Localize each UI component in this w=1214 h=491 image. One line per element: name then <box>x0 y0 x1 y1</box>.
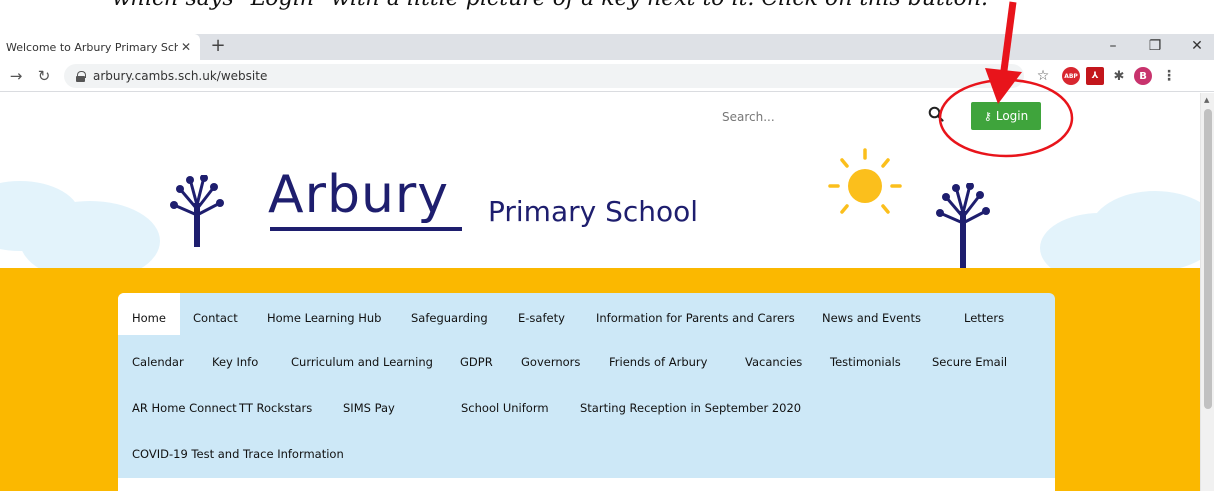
nav-item-curriculum[interactable]: Curriculum and Learning <box>291 354 433 370</box>
search-icon[interactable] <box>928 106 944 122</box>
pdf-extension-icon[interactable]: ⅄ <box>1086 67 1104 85</box>
nav-item-calendar[interactable]: Calendar <box>132 354 184 370</box>
url-text: arbury.cambs.sch.uk/website <box>93 69 268 83</box>
close-window-button[interactable]: ✕ <box>1182 36 1212 56</box>
restore-button[interactable]: ❐ <box>1140 36 1170 56</box>
main-navigation: Home Contact Home Learning Hub Safeguard… <box>118 293 1055 491</box>
nav-item-secure-email[interactable]: Secure Email <box>932 354 1007 370</box>
nav-item-home-learning-hub[interactable]: Home Learning Hub <box>267 310 381 326</box>
browser-toolbar: → ↻ arbury.cambs.sch.uk/website ☆ ABP ⅄ … <box>0 60 1214 92</box>
new-tab-button[interactable]: + <box>208 36 228 56</box>
nav-item-ar-home-connect[interactable]: AR Home Connect <box>132 400 237 416</box>
adblock-extension-icon[interactable]: ABP <box>1062 67 1080 85</box>
reload-icon[interactable]: ↻ <box>34 66 54 86</box>
tab-close-icon[interactable]: ✕ <box>178 40 194 54</box>
nav-item-friends-of-arbury[interactable]: Friends of Arbury <box>609 354 707 370</box>
school-logo-title[interactable]: Arbury <box>268 165 449 225</box>
nav-item-letters[interactable]: Letters <box>964 310 1004 326</box>
address-bar[interactable]: arbury.cambs.sch.uk/website <box>64 64 1024 88</box>
minimize-button[interactable]: – <box>1098 36 1128 56</box>
nav-item-parents-carers[interactable]: Information for Parents and Carers <box>596 310 795 326</box>
nav-item-safeguarding[interactable]: Safeguarding <box>411 310 488 326</box>
bookmark-star-icon[interactable]: ☆ <box>1034 67 1052 85</box>
content-area <box>118 478 1055 491</box>
profile-avatar[interactable]: B <box>1134 67 1152 85</box>
scrollbar-thumb[interactable] <box>1204 109 1212 409</box>
tree-right-icon <box>936 183 990 268</box>
nav-item-tt-rockstars[interactable]: TT Rockstars <box>239 400 312 416</box>
nav-item-news-events[interactable]: News and Events <box>822 310 921 326</box>
key-icon: ⚷ <box>983 109 992 123</box>
nav-item-vacancies[interactable]: Vacancies <box>745 354 802 370</box>
sun-icon <box>828 148 902 214</box>
scroll-up-icon[interactable]: ▲ <box>1204 96 1209 104</box>
lock-icon <box>76 70 86 82</box>
nav-item-key-info[interactable]: Key Info <box>212 354 258 370</box>
nav-item-governors[interactable]: Governors <box>521 354 580 370</box>
nav-item-testimonials[interactable]: Testimonials <box>830 354 901 370</box>
nav-item-sims-pay[interactable]: SIMS Pay <box>343 400 395 416</box>
search-input[interactable]: Search... <box>722 110 775 124</box>
tab-title: Welcome to Arbury Primary Scho <box>6 40 178 54</box>
nav-item-covid-test-trace[interactable]: COVID-19 Test and Trace Information <box>132 446 344 462</box>
extensions-puzzle-icon[interactable]: ✱ <box>1110 67 1128 85</box>
nav-item-e-safety[interactable]: E-safety <box>518 310 565 326</box>
instruction-caption: which says "Login" with a little picture… <box>0 0 1214 34</box>
nav-item-gdpr[interactable]: GDPR <box>460 354 493 370</box>
tree-left-icon <box>170 175 224 247</box>
browser-menu-icon[interactable]: ⋮ <box>1160 67 1178 85</box>
nav-item-contact[interactable]: Contact <box>193 310 238 326</box>
login-button[interactable]: ⚷ Login <box>971 102 1041 130</box>
caption-text: which says "Login" with a little picture… <box>112 0 988 11</box>
forward-icon[interactable]: → <box>6 66 26 86</box>
browser-tab-strip: Welcome to Arbury Primary Scho ✕ + – ❐ ✕ <box>0 34 1214 60</box>
nav-item-starting-reception[interactable]: Starting Reception in September 2020 <box>580 400 801 416</box>
browser-tab[interactable]: Welcome to Arbury Primary Scho ✕ <box>0 34 200 60</box>
web-page: Search... ⚷ Login Arbury Primary School <box>0 93 1200 491</box>
nav-item-home[interactable]: Home <box>132 310 166 326</box>
page-scrollbar[interactable]: ▲ <box>1200 93 1214 491</box>
login-label: Login <box>995 109 1029 123</box>
nav-item-school-uniform[interactable]: School Uniform <box>461 400 549 416</box>
school-logo-subtitle: Primary School <box>488 195 699 228</box>
logo-underline <box>270 227 462 231</box>
